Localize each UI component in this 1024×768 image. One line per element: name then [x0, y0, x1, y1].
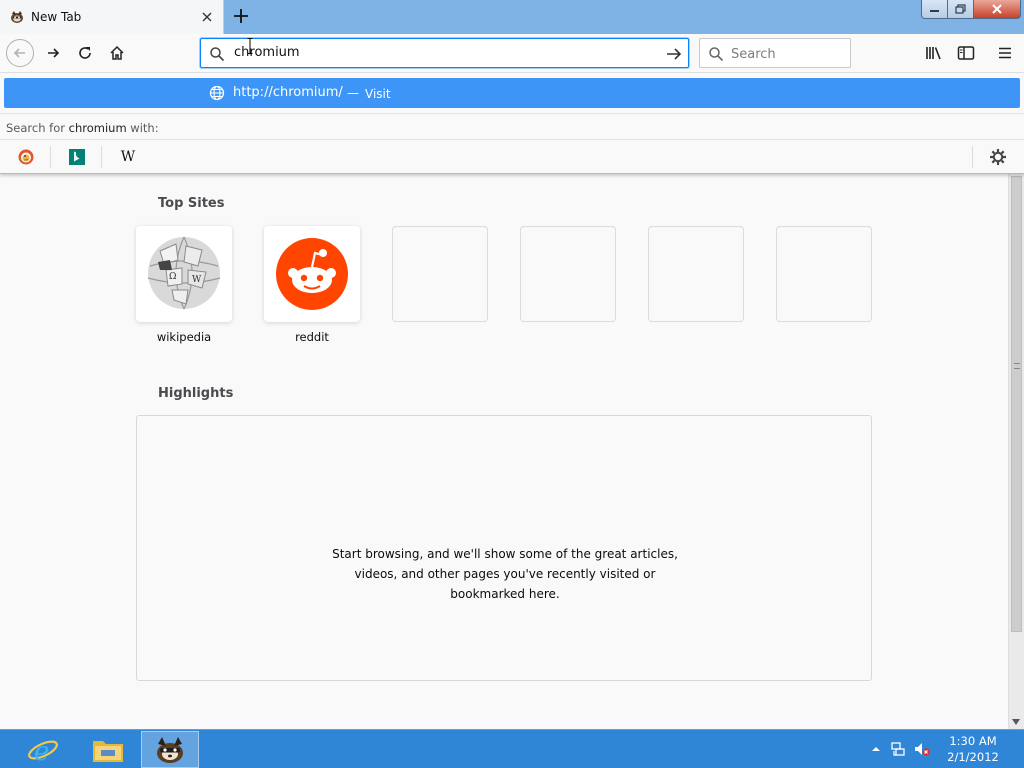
highlights-empty-state: Start browsing, and we'll show some of t… [136, 415, 872, 681]
page-scrollbar[interactable] [1008, 174, 1024, 729]
forward-arrow-icon [48, 48, 60, 58]
reload-button[interactable] [71, 39, 99, 67]
wikipedia-globe-icon: Ω W [147, 236, 221, 310]
duckduckgo-icon [18, 149, 34, 165]
search-icon [709, 47, 724, 62]
forward-button[interactable] [39, 39, 67, 67]
search-icon [210, 47, 225, 62]
menu-button[interactable] [995, 43, 1015, 63]
taskbar-internet-explorer[interactable]: e [14, 731, 72, 768]
search-placeholder: Search [731, 47, 776, 62]
url-autocomplete-popup: http://chromium/ — Visit Search for chro… [0, 73, 1024, 174]
restore-button[interactable] [948, 0, 974, 19]
engine-divider [101, 146, 102, 168]
wikipedia-icon: W [120, 149, 136, 165]
engine-divider [50, 146, 51, 168]
taskbar-firefox-nightly[interactable] [141, 731, 199, 768]
navigation-toolbar: chromium Search [0, 34, 1024, 73]
title-bar: New Tab [0, 0, 1024, 34]
svg-text:W: W [192, 275, 202, 285]
clock-time: 1:30 AM [949, 734, 997, 748]
volume-muted-icon[interactable] [914, 741, 930, 757]
clock-date: 2/1/2012 [947, 750, 999, 764]
one-off-term: chromium [68, 121, 127, 135]
show-hidden-icons-chevron-icon[interactable] [868, 741, 884, 757]
library-icon [926, 47, 941, 60]
go-arrow-icon[interactable] [665, 45, 683, 63]
bing-icon [69, 149, 85, 165]
hamburger-menu-icon [999, 47, 1011, 59]
internet-explorer-icon: e [28, 737, 58, 767]
sidebar-button[interactable] [956, 43, 976, 63]
engine-duckduckgo-button[interactable] [14, 146, 38, 168]
home-button[interactable] [103, 39, 131, 67]
tab-new-tab[interactable]: New Tab [0, 0, 224, 34]
network-icon[interactable] [890, 741, 906, 757]
nightly-favicon-icon [11, 11, 23, 23]
close-window-icon [992, 4, 1002, 14]
reddit-icon [276, 238, 348, 310]
file-explorer-icon [93, 740, 123, 762]
scrollbar-grip-icon [1014, 363, 1020, 369]
sidebar-icon [957, 46, 975, 60]
engine-divider [972, 146, 973, 168]
top-site-wikipedia[interactable]: Ω W [136, 226, 232, 322]
windows-taskbar: e 1:30 AM 2/1/2012 [0, 729, 1024, 768]
close-tab-icon[interactable] [199, 9, 215, 25]
window-controls [921, 0, 1021, 21]
empty-top-site-slot [520, 226, 616, 322]
highlights-message: Start browsing, and we'll show some of t… [332, 547, 678, 601]
svg-text:e: e [34, 737, 49, 767]
firefox-nightly-icon [157, 736, 183, 763]
url-input[interactable]: chromium [234, 45, 300, 60]
one-off-prefix: Search for [6, 121, 69, 135]
taskbar-clock[interactable]: 1:30 AM 2/1/2012 [930, 733, 1016, 765]
top-site-label: wikipedia [156, 330, 212, 344]
one-off-search-text: Search for chromium with: [6, 121, 159, 135]
suggestion-visit-row[interactable]: http://chromium/ — Visit [4, 78, 1020, 108]
one-off-search-engines: W [0, 139, 1024, 174]
home-icon [110, 45, 124, 60]
taskbar-file-explorer[interactable] [79, 731, 137, 768]
engine-wikipedia-button[interactable]: W [116, 146, 140, 168]
top-site-label: reddit [295, 330, 329, 344]
suggestion-separator: — [347, 86, 359, 100]
close-window-button[interactable] [974, 0, 1021, 19]
text-cursor-icon [247, 38, 253, 54]
empty-top-site-slot [648, 226, 744, 322]
top-sites-heading: Top Sites [158, 196, 225, 211]
minimize-button[interactable] [921, 0, 948, 19]
search-settings-gear-icon[interactable] [988, 147, 1008, 167]
empty-top-site-slot [392, 226, 488, 322]
back-arrow-icon [13, 48, 25, 58]
back-button[interactable] [6, 39, 34, 67]
svg-text:Ω: Ω [169, 272, 176, 282]
library-button[interactable] [924, 43, 944, 63]
search-bar[interactable]: Search [699, 38, 851, 68]
suggestion-action: Visit [365, 87, 391, 101]
minimize-icon [930, 10, 939, 12]
reload-icon [79, 47, 91, 59]
one-off-suffix: with: [126, 121, 159, 135]
url-bar[interactable]: chromium [200, 38, 689, 68]
globe-icon [209, 85, 225, 101]
restore-icon [955, 4, 966, 14]
scroll-down-arrow-icon[interactable] [1012, 719, 1020, 725]
empty-top-site-slot [776, 226, 872, 322]
tab-title: New Tab [31, 10, 82, 24]
top-site-reddit[interactable] [264, 226, 360, 322]
scrollbar-thumb[interactable] [1011, 176, 1022, 632]
new-tab-plus-icon[interactable] [230, 5, 252, 27]
highlights-heading: Highlights [158, 386, 234, 401]
suggestion-url: http://chromium/ [233, 85, 343, 100]
engine-bing-button[interactable] [65, 146, 89, 168]
one-off-search-header: Search for chromium with: [0, 113, 1024, 139]
